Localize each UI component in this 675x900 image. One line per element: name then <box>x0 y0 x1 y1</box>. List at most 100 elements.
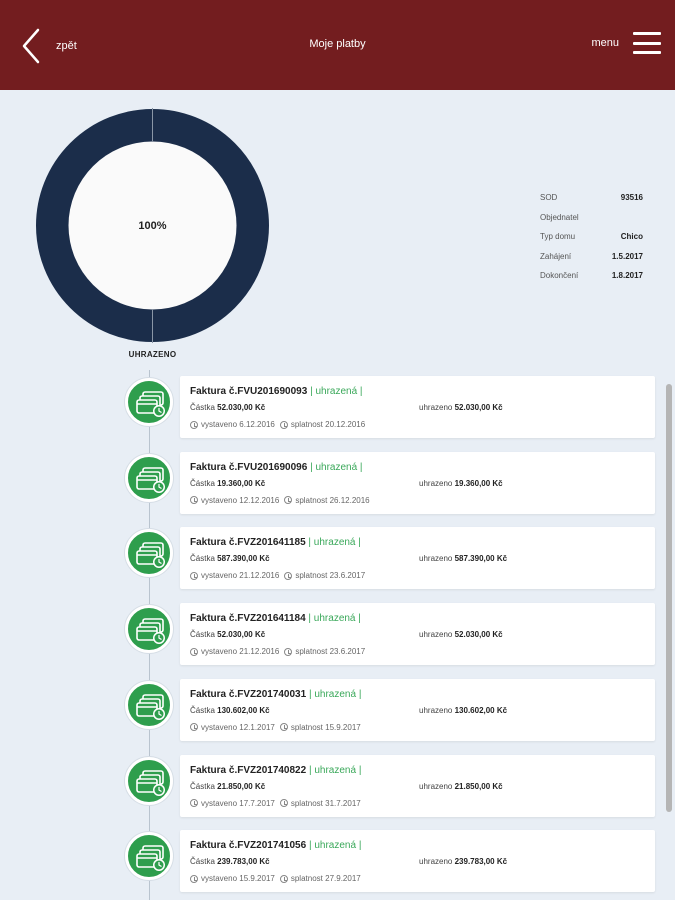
invoice-status: | uhrazená | <box>308 688 362 700</box>
invoice-due: 27.9.2017 <box>325 874 361 884</box>
invoice-card[interactable]: Faktura č.FVZ201740031 | uhrazená | Část… <box>180 678 655 741</box>
menu-label: menu <box>591 37 619 49</box>
card-clock-icon <box>136 618 165 645</box>
invoice-paid: 52.030,00 Kč <box>454 630 503 640</box>
invoice-paid: 21.850,00 Kč <box>454 781 503 791</box>
card-clock-icon <box>136 845 165 872</box>
issued-label: vystaveno <box>201 420 238 429</box>
menu-button[interactable]: menu <box>591 32 661 54</box>
invoice-issued: 15.9.2017 <box>239 874 275 884</box>
due-label: splatnost <box>290 722 323 732</box>
clock-icon <box>284 571 293 580</box>
clock-icon <box>279 420 288 429</box>
invoice-amount: 52.030,00 Kč <box>217 403 266 412</box>
info-row: SOD 93516 <box>540 188 643 208</box>
amount-label: Částka <box>190 705 215 715</box>
hamburger-icon <box>633 32 661 54</box>
info-row: Zahájení 1.5.2017 <box>540 247 643 267</box>
issued-label: vystaveno <box>201 495 238 505</box>
info-key: Zahájení <box>540 251 572 261</box>
clock-icon <box>284 496 293 505</box>
issued-label: vystaveno <box>201 647 238 657</box>
invoice-status-badge <box>125 453 173 502</box>
invoice-status: | uhrazená | <box>310 461 363 473</box>
invoice-issued: 21.12.2016 <box>239 647 280 657</box>
invoice-card[interactable]: Faktura č.FVU201690096 | uhrazená | Část… <box>180 451 655 514</box>
invoice-item: Faktura č.FVZ201641185 | uhrazená | Část… <box>0 527 675 590</box>
scrollbar[interactable] <box>666 384 672 812</box>
invoice-status-badge <box>125 680 173 729</box>
payment-donut: 100% <box>35 108 270 343</box>
invoice-number: Faktura č.FVZ201641185 <box>190 537 306 549</box>
invoice-issued: 6.12.2016 <box>239 420 275 429</box>
info-value: 1.5.2017 <box>611 251 643 261</box>
info-key: SOD <box>540 193 558 203</box>
due-label: splatnost <box>295 647 328 657</box>
invoice-amount: 587.390,00 Kč <box>217 554 270 564</box>
invoice-issued: 12.1.2017 <box>239 722 275 732</box>
page-title: Moje platby <box>309 38 366 50</box>
info-value: 1.8.2017 <box>611 271 643 281</box>
due-label: splatnost <box>290 798 323 808</box>
invoice-due: 23.6.2017 <box>329 647 366 657</box>
invoice-card[interactable]: Faktura č.FVZ201641184 | uhrazená | Část… <box>180 603 655 666</box>
amount-label: Částka <box>190 630 215 640</box>
contract-info: SOD 93516 Objednatel Typ domu Chico Zaháje… <box>540 188 643 286</box>
info-key: Objednatel <box>540 212 579 222</box>
invoice-amount: 21.850,00 Kč <box>217 781 266 791</box>
card-clock-icon <box>136 391 165 417</box>
paid-label: uhrazeno <box>419 478 453 488</box>
invoice-number: Faktura č.FVZ201740822 <box>190 764 307 776</box>
amount-label: Částka <box>190 781 215 791</box>
paid-label: uhrazeno <box>419 630 453 640</box>
due-label: splatnost <box>295 571 328 581</box>
paid-label: uhrazeno <box>419 781 453 791</box>
invoice-number: Faktura č.FVZ201641184 <box>190 613 306 625</box>
invoice-issued: 12.12.2016 <box>239 495 280 505</box>
donut-label: UHRAZENO <box>128 350 177 359</box>
amount-label: Částka <box>190 857 215 867</box>
amount-label: Částka <box>190 554 215 564</box>
issued-label: vystaveno <box>201 798 238 808</box>
invoice-card[interactable]: Faktura č.FVU201690093 | uhrazená | Část… <box>180 376 655 438</box>
invoice-item: Faktura č.FVZ201641184 | uhrazená | Část… <box>0 603 675 666</box>
invoice-number: Faktura č.FVU201690096 <box>190 461 308 473</box>
invoice-paid: 587.390,00 Kč <box>454 554 508 564</box>
invoice-due: 31.7.2017 <box>325 798 361 808</box>
invoice-card[interactable]: Faktura č.FVZ201741056 | uhrazená | Část… <box>180 830 655 893</box>
card-clock-icon <box>136 466 165 493</box>
invoice-status: | uhrazená | <box>308 613 361 625</box>
donut-percent: 100% <box>138 220 166 232</box>
invoice-item: Faktura č.FVZ201740822 | uhrazená | Část… <box>0 754 675 817</box>
invoice-card[interactable]: Faktura č.FVZ201641185 | uhrazená | Část… <box>180 527 655 590</box>
info-row: Dokončení 1.8.2017 <box>540 266 643 286</box>
invoice-due: 15.9.2017 <box>325 722 361 732</box>
invoice-status-badge <box>125 605 173 654</box>
paid-label: uhrazeno <box>419 857 453 867</box>
invoice-status-badge <box>125 832 173 881</box>
clock-icon <box>190 723 198 732</box>
invoice-paid: 130.602,00 Kč <box>454 705 508 715</box>
invoice-item: Faktura č.FVU201690096 | uhrazená | Část… <box>0 451 675 514</box>
issued-label: vystaveno <box>201 722 238 732</box>
invoice-item: Faktura č.FVU201690093 | uhrazená | Část… <box>0 376 675 438</box>
due-label: splatnost <box>290 874 323 884</box>
invoice-amount: 52.030,00 Kč <box>217 630 266 640</box>
clock-icon <box>284 647 293 656</box>
clock-icon <box>190 799 198 807</box>
due-label: splatnost <box>290 420 323 429</box>
invoice-item: Faktura č.FVZ201740031 | uhrazená | Část… <box>0 678 675 741</box>
invoice-paid: 52.030,00 Kč <box>454 403 503 412</box>
invoice-number: Faktura č.FVU201690093 <box>190 386 308 397</box>
info-value: Chico <box>620 232 643 242</box>
clock-icon <box>190 571 198 580</box>
invoice-status-badge <box>125 756 173 805</box>
invoice-paid: 19.360,00 Kč <box>454 478 503 488</box>
invoice-amount: 130.602,00 Kč <box>217 705 270 715</box>
invoice-item: Faktura č.FVZ201741056 | uhrazená | Část… <box>0 830 675 893</box>
card-clock-icon <box>136 769 165 796</box>
invoice-card[interactable]: Faktura č.FVZ201740822 | uhrazená | Část… <box>180 754 655 817</box>
invoice-due: 20.12.2016 <box>325 420 366 429</box>
info-row: Objednatel <box>540 208 643 228</box>
due-label: splatnost <box>295 495 328 505</box>
